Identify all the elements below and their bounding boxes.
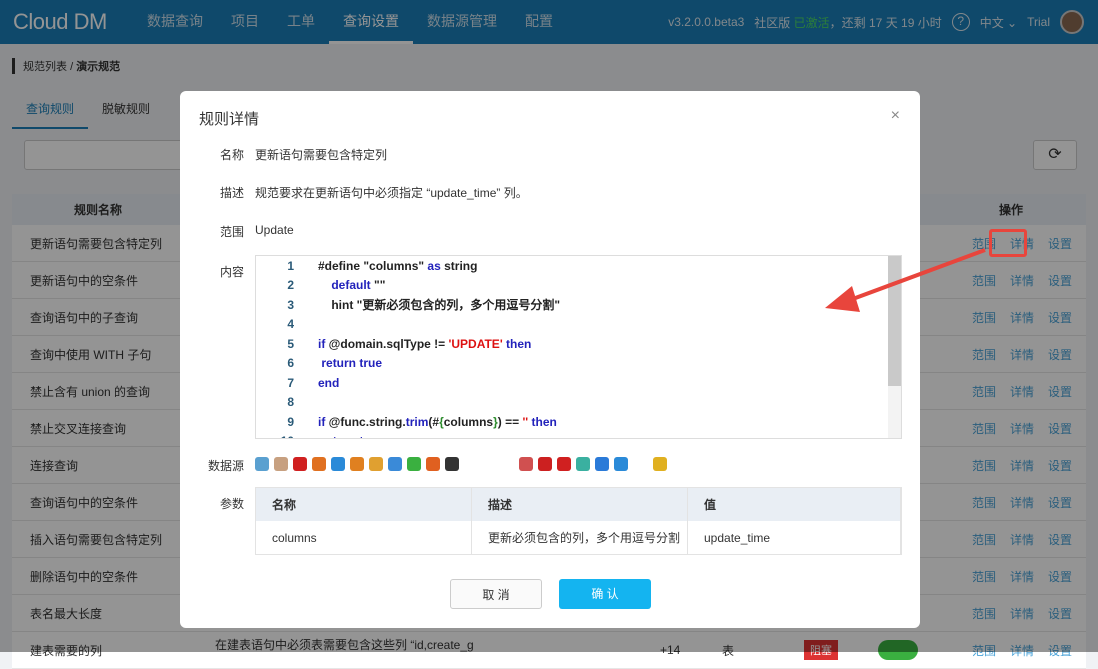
annotation-arrow — [825, 248, 986, 312]
